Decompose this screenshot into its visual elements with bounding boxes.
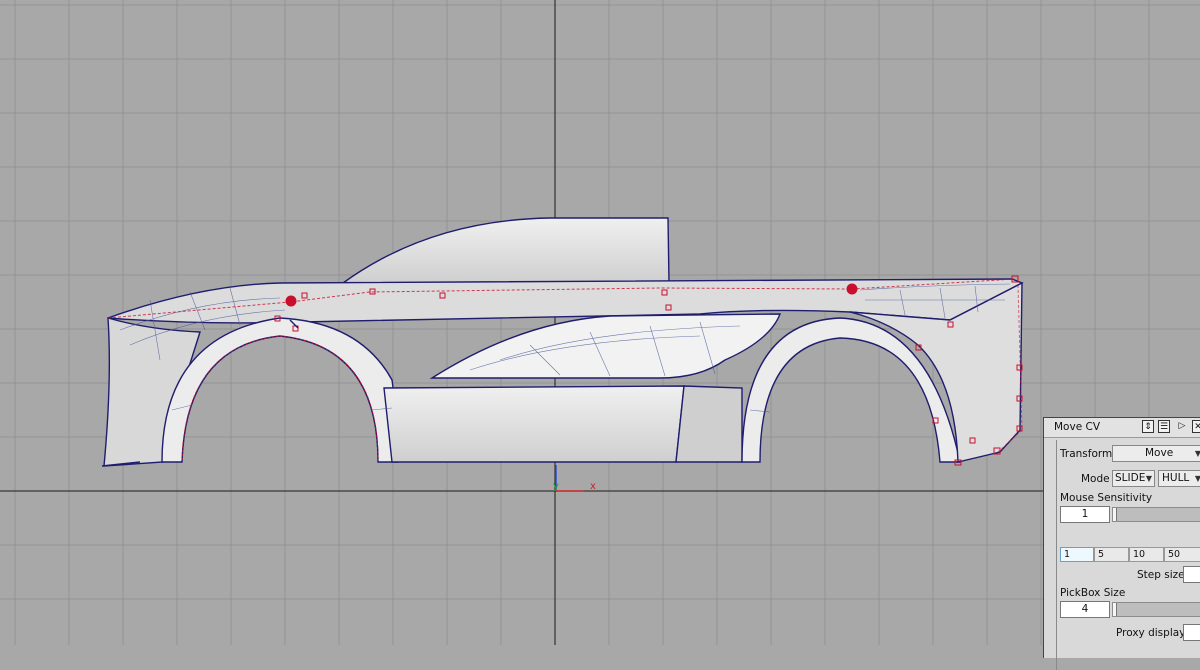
- viewport-canvas[interactable]: y x: [0, 0, 1200, 645]
- slider-thumb[interactable]: [1113, 603, 1117, 616]
- gizmo-x-label: x: [590, 481, 596, 492]
- panel-title: Move CV: [1054, 421, 1101, 433]
- pickbox-size-slider[interactable]: [1112, 602, 1200, 617]
- mode-dropdown[interactable]: SLIDE ▼: [1112, 470, 1155, 487]
- step-size-field[interactable]: [1183, 566, 1200, 583]
- chevron-down-icon: ▼: [1194, 474, 1200, 483]
- modeling-viewport[interactable]: y x: [0, 0, 1200, 645]
- rocker-panel-surface[interactable]: [675, 385, 743, 463]
- car-model[interactable]: [101, 217, 1024, 467]
- slider-thumb[interactable]: [1113, 508, 1117, 521]
- cv-point[interactable]: [846, 283, 858, 295]
- preset-button-50[interactable]: 50: [1164, 547, 1200, 562]
- chevron-down-icon: ▼: [1145, 474, 1152, 483]
- side-intake-surface[interactable]: [429, 313, 782, 379]
- origin-axis-gizmo: y x: [553, 465, 596, 492]
- cv-point[interactable]: [285, 295, 297, 307]
- transform-value: Move: [1145, 447, 1174, 459]
- proxy-display-label: Proxy display: [1116, 627, 1186, 639]
- mouse-sensitivity-field[interactable]: 1: [1060, 506, 1110, 523]
- preset-button-1[interactable]: 1: [1060, 547, 1094, 562]
- hull-value: HULL: [1162, 472, 1190, 484]
- proxy-display-field[interactable]: [1183, 624, 1200, 641]
- options-list-icon[interactable]: ☰: [1158, 420, 1170, 433]
- hull-dropdown[interactable]: HULL ▼: [1158, 470, 1200, 487]
- mouse-sensitivity-label: Mouse Sensitivity: [1060, 492, 1153, 504]
- pickbox-size-label: PickBox Size: [1060, 587, 1126, 599]
- preset-button-10[interactable]: 10: [1129, 547, 1164, 562]
- transform-dropdown[interactable]: Move ▼: [1112, 445, 1200, 462]
- move-cv-panel: Move CV ⇕ ☰ ▷ ✕ Transform Move ▼ Mode SL…: [1043, 417, 1200, 670]
- cabin-surface[interactable]: [340, 217, 670, 284]
- preset-button-5[interactable]: 5: [1094, 547, 1129, 562]
- mode-label: Mode: [1081, 473, 1110, 485]
- mouse-sensitivity-slider[interactable]: [1112, 507, 1200, 522]
- side-panel-surface[interactable]: [383, 385, 685, 463]
- play-icon[interactable]: ▷: [1176, 420, 1188, 433]
- transform-label: Transform: [1060, 448, 1113, 460]
- resize-icon[interactable]: ⇕: [1142, 420, 1154, 433]
- chevron-down-icon: ▼: [1194, 449, 1200, 458]
- panel-body: Transform Move ▼ Mode SLIDE ▼ HULL ▼ Mou…: [1056, 440, 1200, 670]
- mode-value: SLIDE: [1115, 472, 1146, 484]
- step-size-label: Step size: [1137, 569, 1185, 581]
- pickbox-size-field[interactable]: 4: [1060, 601, 1110, 618]
- panel-titlebar[interactable]: Move CV ⇕ ☰ ▷ ✕: [1044, 418, 1200, 438]
- gizmo-y-label: y: [553, 481, 559, 492]
- close-icon[interactable]: ✕: [1192, 420, 1200, 433]
